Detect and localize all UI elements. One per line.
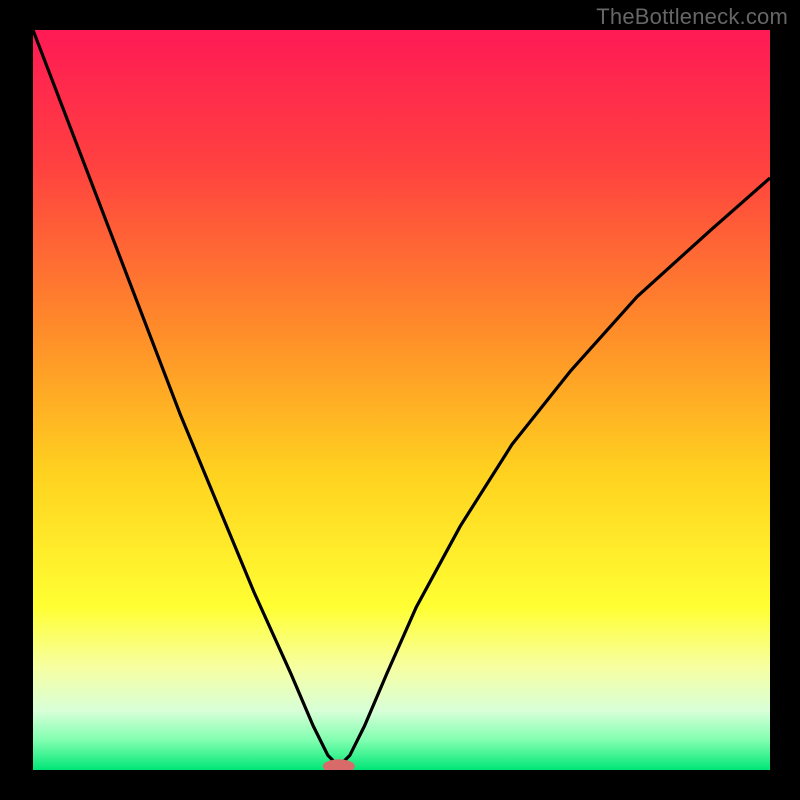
- minimum-marker: [323, 759, 355, 773]
- bottleneck-chart: [0, 0, 800, 800]
- watermark-text: TheBottleneck.com: [596, 4, 788, 30]
- plot-background: [33, 30, 770, 770]
